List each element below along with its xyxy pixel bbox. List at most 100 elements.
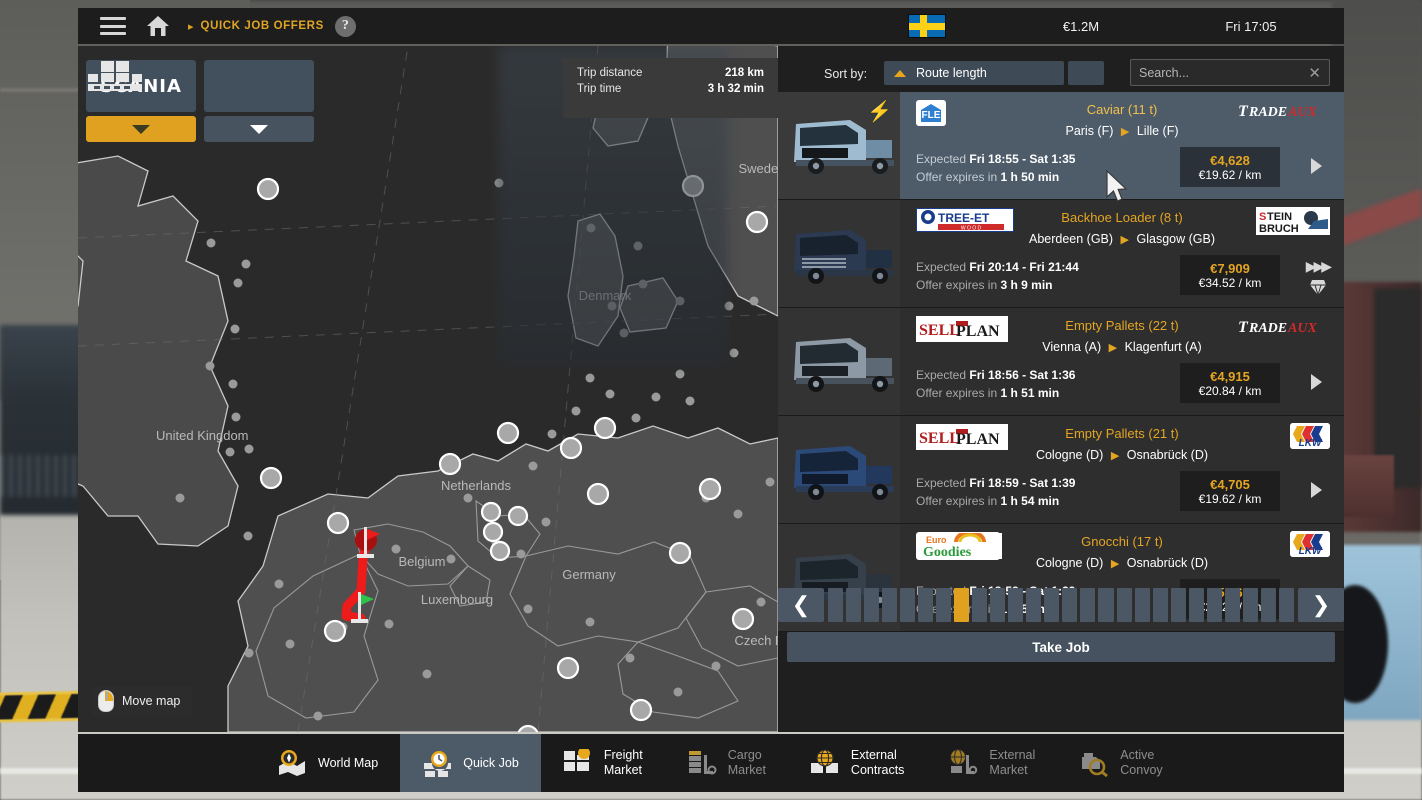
chevron-down-icon (250, 125, 268, 134)
origin-city: Cologne (D) (1036, 556, 1103, 570)
nav-item-world-map[interactable]: World Map (255, 734, 400, 792)
help-button[interactable]: ? (335, 16, 356, 37)
truck-trailer-selector: SCANIA (86, 60, 314, 142)
pagination-tick[interactable] (1171, 588, 1186, 622)
origin-city: Cologne (D) (1036, 448, 1103, 462)
pagination-tick[interactable] (972, 588, 987, 622)
sort-by-label: Sort by: (824, 67, 867, 81)
expires-label: Offer expires in (916, 386, 997, 400)
sort-select[interactable]: Route length (884, 61, 1064, 85)
pagination-tick[interactable] (918, 588, 933, 622)
job-details: SELL PLAN Empty Pallets (21 t) Cologne (… (900, 416, 1344, 523)
expected-label: Expected (916, 152, 966, 166)
chevron-right-icon[interactable] (1311, 374, 1322, 390)
pagination-tick[interactable] (1153, 588, 1168, 622)
pagination-tick[interactable] (990, 588, 1005, 622)
destination-city: Glasgow (GB) (1137, 232, 1216, 246)
home-icon[interactable] (146, 15, 170, 37)
pagination-tick[interactable] (1207, 588, 1222, 622)
close-icon[interactable]: ✕ (1308, 64, 1321, 82)
backdrop-red-beam (1332, 190, 1422, 260)
pagination-ticks[interactable] (824, 588, 1298, 622)
pagination-tick[interactable] (1062, 588, 1077, 622)
svg-text:T: T (1238, 103, 1249, 120)
route-arrow-icon: ▶ (1121, 234, 1129, 246)
search-box[interactable]: ✕ (1130, 59, 1330, 86)
nav-item-cargo-market[interactable]: Cargo Market (665, 734, 788, 792)
nav-item-external-contracts[interactable]: External Contracts (788, 734, 927, 792)
search-input[interactable] (1139, 66, 1302, 80)
pagination-next-button[interactable]: ❯ (1298, 588, 1344, 622)
expires-value: 1 h 50 min (1001, 170, 1060, 184)
nav-item-active-convoy[interactable]: Active Convoy (1057, 734, 1184, 792)
pagination-tick[interactable] (1189, 588, 1204, 622)
job-row[interactable]: TREE-ET W O O D Backhoe Loader (8 t) Abe… (778, 200, 1344, 308)
job-list: ⚡ FLE Caviar (11 t) (778, 92, 1344, 580)
pagination-tick[interactable] (1279, 588, 1294, 622)
sort-dropdown-button[interactable] (1068, 61, 1104, 85)
pagination-tick[interactable] (1080, 588, 1095, 622)
pagination-tick[interactable] (882, 588, 897, 622)
fragile-cargo-icon (1308, 277, 1328, 297)
expected-value: Fri 18:56 - Sat 1:36 (969, 368, 1075, 382)
top-bar: ▸ QUICK JOB OFFERS ? €1.2M Fri 17:05 (78, 8, 1344, 44)
move-map-button[interactable]: Move map (92, 686, 192, 716)
expected-label: Expected (916, 368, 966, 382)
truck-thumbnail (778, 200, 900, 307)
svg-text:BRUCH: BRUCH (1259, 223, 1299, 235)
pagination-tick[interactable] (1117, 588, 1132, 622)
pagination-prev-button[interactable]: ❮ (778, 588, 824, 622)
destination-city: Osnabrück (D) (1127, 556, 1208, 570)
destination-city: Osnabrück (D) (1127, 448, 1208, 462)
pagination-tick[interactable] (1243, 588, 1258, 622)
pagination-tick[interactable] (900, 588, 915, 622)
map-canvas: Sweden Denmark United Kingdom Netherland… (78, 46, 778, 732)
pagination-tick[interactable] (1098, 588, 1113, 622)
cargo-market-icon (687, 749, 717, 777)
world-map-icon (277, 749, 307, 777)
expected-label: Expected (916, 476, 966, 490)
trip-info-box: Trip distance 218 km Trip time 3 h 32 mi… (563, 58, 778, 118)
pagination-tick[interactable] (954, 588, 969, 622)
pagination-tick[interactable] (864, 588, 879, 622)
pagination-tick[interactable] (1008, 588, 1023, 622)
pagination-tick[interactable] (1135, 588, 1150, 622)
country-label: Germany (562, 567, 616, 582)
nav-item-external-market[interactable]: External Market (926, 734, 1057, 792)
pagination-tick[interactable] (828, 588, 843, 622)
map-panel[interactable]: Sweden Denmark United Kingdom Netherland… (78, 46, 778, 732)
take-job-button[interactable]: Take Job (787, 632, 1335, 662)
origin-city: Vienna (A) (1042, 340, 1101, 354)
job-row[interactable]: SELL PLAN Empty Pallets (21 t) Cologne (… (778, 416, 1344, 524)
chevron-right-icon[interactable] (1311, 482, 1322, 498)
expires-line: Offer expires in 1 h 54 min (916, 492, 1075, 510)
trip-time-value: 3 h 32 min (708, 83, 764, 95)
truck-thumbnail (778, 416, 900, 523)
pagination-tick[interactable] (1044, 588, 1059, 622)
triangle-up-icon (894, 70, 906, 77)
pagination-tick[interactable] (1225, 588, 1240, 622)
truck-thumbnail (778, 308, 900, 415)
job-row[interactable]: SELL PLAN Empty Pallets (22 t) Vienna (A… (778, 308, 1344, 416)
triple-chevron-right-icon[interactable]: ▶▶▶ (1306, 258, 1329, 275)
pagination-tick[interactable] (846, 588, 861, 622)
nav-item-quick-job[interactable]: Quick Job (400, 734, 541, 792)
trailer-dropdown-button[interactable] (204, 116, 314, 142)
chevron-right-icon[interactable] (1311, 158, 1322, 174)
svg-text:W O O D: W O O D (961, 226, 982, 232)
nav-item-freight-market[interactable]: Freight Market (541, 734, 665, 792)
pagination-tick[interactable] (936, 588, 951, 622)
route-arrow-icon: ▶ (1111, 450, 1119, 462)
hamburger-icon[interactable] (100, 17, 126, 35)
country-label: Czech Republic (734, 633, 778, 648)
job-price: €7,909 (1210, 261, 1250, 276)
pagination-tick[interactable] (1026, 588, 1041, 622)
sort-selected-value: Route length (916, 66, 987, 80)
expires-label: Offer expires in (916, 494, 997, 508)
truck-dropdown-button[interactable] (86, 116, 196, 142)
route-cities: Cologne (D) ▶ Osnabrück (D) (900, 556, 1344, 570)
pagination-tick[interactable] (1261, 588, 1276, 622)
job-row[interactable]: ⚡ FLE Caviar (11 t) (778, 92, 1344, 200)
money-balance: €1.2M (1016, 19, 1146, 34)
country-label: Sweden (739, 161, 778, 176)
